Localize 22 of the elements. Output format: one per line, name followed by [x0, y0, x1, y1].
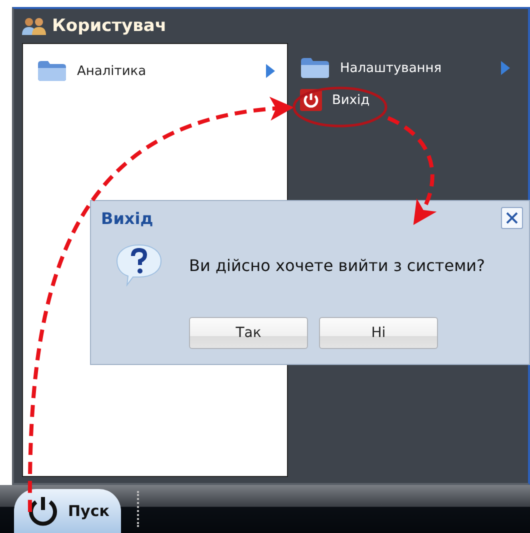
close-icon [505, 211, 519, 225]
menu-item-label: Аналітика [77, 64, 148, 78]
users-icon [22, 16, 46, 36]
taskbar-grip[interactable] [137, 491, 140, 527]
folder-icon [300, 57, 330, 79]
dialog-message: Ви дійсно хочете вийти з системи? [189, 256, 486, 274]
dialog-button[interactable]: Ні [319, 317, 438, 349]
window-title: Користувач [52, 16, 167, 36]
dialog-title: Вихід [101, 208, 154, 228]
submenu-arrow-icon [266, 64, 275, 78]
menu-item-label: Вихід [332, 92, 371, 108]
question-icon [115, 243, 163, 287]
menu-item-label: Налаштування [340, 60, 443, 76]
power-icon [26, 494, 60, 528]
menu-item[interactable]: Вихід [298, 87, 510, 113]
close-button[interactable] [501, 207, 523, 229]
submenu-arrow-icon [501, 61, 510, 75]
folder-icon [37, 60, 67, 82]
menu-item[interactable]: Аналітика [35, 58, 275, 84]
menu-item[interactable]: Налаштування [298, 55, 510, 81]
dialog-button[interactable]: Так [189, 317, 308, 349]
start-button[interactable]: Пуск [14, 489, 122, 533]
